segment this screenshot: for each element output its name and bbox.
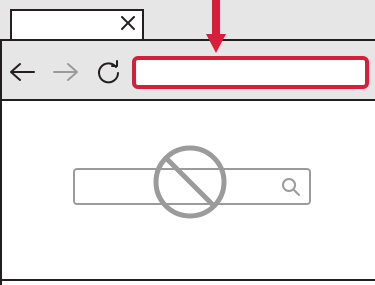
search-icon[interactable] <box>281 177 301 197</box>
close-icon[interactable] <box>120 15 136 31</box>
browser-toolbar <box>0 39 375 101</box>
browser-tab[interactable] <box>10 9 144 40</box>
address-bar[interactable] <box>132 56 369 89</box>
pointer-arrow-icon <box>206 0 226 53</box>
back-arrow-icon[interactable] <box>8 62 36 82</box>
reload-icon[interactable] <box>96 59 122 85</box>
forward-arrow-icon[interactable] <box>52 62 80 82</box>
prohibited-icon <box>153 145 227 219</box>
